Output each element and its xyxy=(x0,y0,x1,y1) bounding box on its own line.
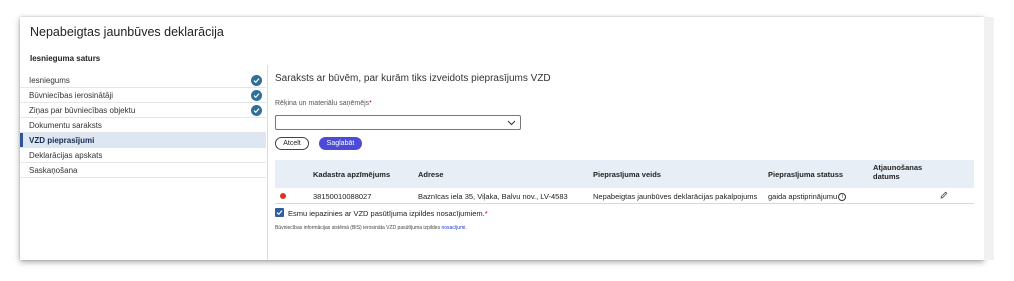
check-circle-icon xyxy=(251,105,262,116)
table-header: Kadastra apzīmējums Adrese Pieprasījuma … xyxy=(275,160,974,188)
column-header-request-type[interactable]: Pieprasījuma veids xyxy=(593,170,661,179)
sidebar-item-initiators[interactable]: Būvniecības ierosinātāji xyxy=(20,88,266,103)
sidebar-item-declaration-review[interactable]: Deklarācijas apskats xyxy=(20,148,266,163)
sidebar-item-vzd-requests[interactable]: VZD pieprasījumi xyxy=(20,133,266,148)
sidebar-item-label: VZD pieprasījumi xyxy=(29,136,95,145)
pencil-icon[interactable] xyxy=(940,191,948,199)
sidebar-item-label: Deklarācijas apskats xyxy=(29,151,103,160)
recipient-field-label: Rēķina un materiālu saņēmējs* xyxy=(275,100,372,107)
check-circle-icon xyxy=(251,90,262,101)
sidebar-item-label: Dokumentu saraksts xyxy=(29,121,102,130)
cell-request-type: Nepabeigtas jaunbūves deklarācijas pakal… xyxy=(593,192,758,201)
page-subtitle: Iesnieguma saturs xyxy=(30,54,101,63)
sidebar-item-iesniegums[interactable]: Iesniegums xyxy=(20,73,266,88)
conditions-footnote: Būvniecības informācijas sistēmā (BIS) i… xyxy=(275,225,467,231)
recipient-select[interactable] xyxy=(275,115,521,130)
sidebar: Iesniegums Būvniecības ierosinātāji Ziņa… xyxy=(20,73,266,178)
cell-status: gaida apstiprinājumu i xyxy=(768,192,847,201)
declaration-window: Nepabeigtas jaunbūves deklarācija Iesnie… xyxy=(20,17,984,260)
sidebar-item-documents[interactable]: Dokumentu saraksts xyxy=(20,118,266,133)
table-row: 38150010088027 Baznīcas iela 35, Viļaka,… xyxy=(275,188,974,204)
column-header-address[interactable]: Adrese xyxy=(418,170,443,179)
check-circle-icon xyxy=(251,75,262,86)
conditions-link[interactable]: nosacījumi xyxy=(441,225,465,231)
divider xyxy=(267,65,268,260)
error-status-icon xyxy=(280,193,286,199)
column-header-renewal-date[interactable]: Atjaunošanas datums xyxy=(873,163,925,181)
save-button[interactable]: Saglabāt xyxy=(319,137,362,150)
page-title: Nepabeigtas jaunbūves deklarācija xyxy=(30,25,224,39)
chevron-down-icon xyxy=(507,120,516,126)
agreement-label: Esmu iepazinies ar VZD pasūtījuma izpild… xyxy=(288,209,488,218)
info-icon[interactable]: i xyxy=(838,193,847,201)
section-title: Saraksts ar būvēm, par kurām tiks izveid… xyxy=(275,73,551,84)
agreement-checkbox[interactable] xyxy=(275,208,284,217)
sidebar-item-label: Ziņas par būvniecības objektu xyxy=(29,106,136,115)
sidebar-item-object-info[interactable]: Ziņas par būvniecības objektu xyxy=(20,103,266,118)
scrollbar[interactable] xyxy=(984,17,994,260)
sidebar-item-approval[interactable]: Saskaņošana xyxy=(20,163,266,178)
cancel-button[interactable]: Atcelt xyxy=(275,137,309,150)
sidebar-item-label: Saskaņošana xyxy=(29,166,78,175)
column-header-status[interactable]: Pieprasījuma statuss xyxy=(768,170,843,179)
cell-address: Baznīcas iela 35, Viļaka, Balvu nov., LV… xyxy=(418,192,568,201)
sidebar-item-label: Iesniegums xyxy=(29,76,70,85)
cell-cadastre: 38150010088027 xyxy=(313,192,372,201)
sidebar-item-label: Būvniecības ierosinātāji xyxy=(29,91,114,100)
column-header-cadastre[interactable]: Kadastra apzīmējums xyxy=(313,170,390,179)
